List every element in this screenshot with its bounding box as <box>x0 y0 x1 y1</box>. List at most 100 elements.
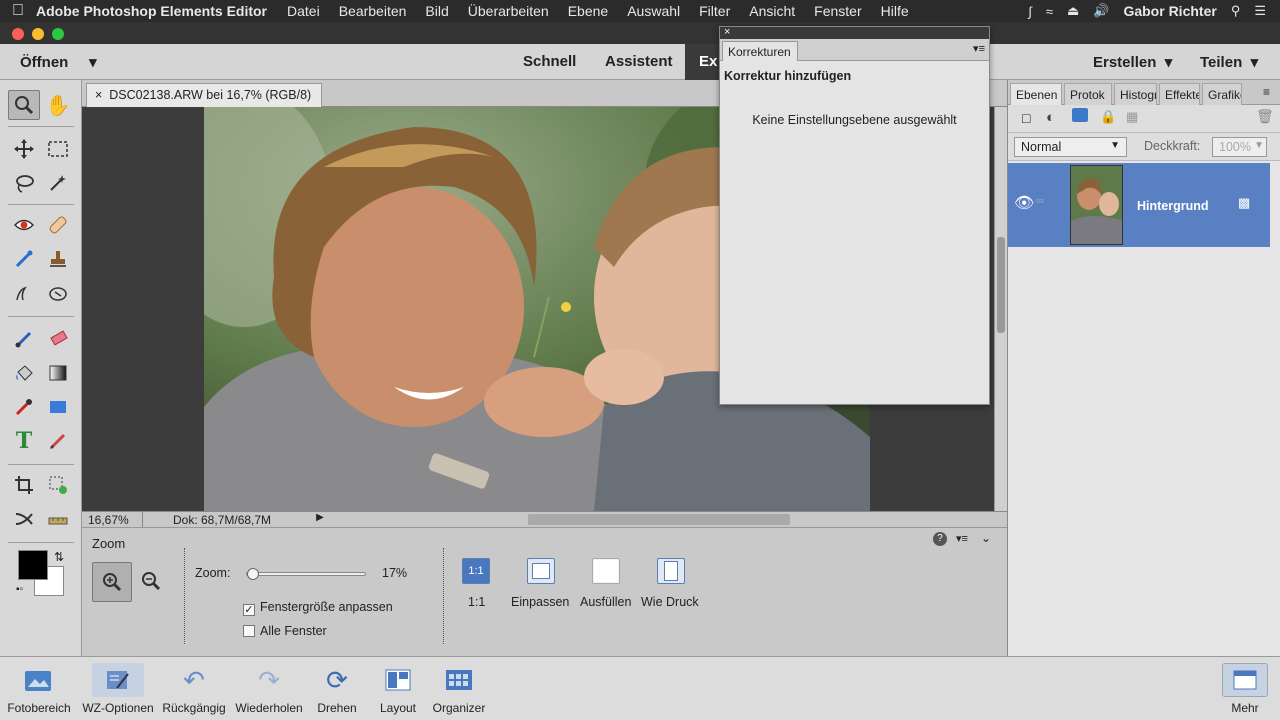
visibility-eye-icon[interactable]: 👁 <box>1014 193 1034 213</box>
fit-window-checkbox[interactable]: ✓ Fenstergröße anpassen <box>243 600 393 616</box>
rectangular-marquee-icon[interactable] <box>42 134 74 164</box>
undo-button[interactable]: ↶ Rückgängig <box>158 663 230 716</box>
opacity-field[interactable]: 100% ▼ <box>1212 137 1267 157</box>
default-colors-icon[interactable]: ▪▫ <box>16 584 23 595</box>
menu-auswahl[interactable]: Auswahl <box>627 3 680 19</box>
status-menu-arrow-icon[interactable]: ▶ <box>314 512 326 527</box>
blend-mode-select[interactable]: Normal ▼ <box>1014 137 1127 157</box>
menu-hilfe[interactable]: Hilfe <box>881 3 909 19</box>
tab-korrekturen[interactable]: Korrekturen <box>722 41 798 61</box>
apple-menu-icon[interactable]:  <box>0 2 36 20</box>
help-icon[interactable]: ? <box>933 532 947 546</box>
options-menu-icon[interactable]: ▾≡ <box>956 532 968 545</box>
notification-center-icon[interactable]: ☰ <box>1254 3 1266 19</box>
tab-effekte[interactable]: Effekte <box>1159 83 1200 105</box>
foreground-color-swatch[interactable] <box>18 550 48 580</box>
healing-brush-icon[interactable] <box>42 210 74 240</box>
link-icon[interactable]: ∞ <box>1036 195 1044 207</box>
minimize-window-icon[interactable] <box>32 28 44 40</box>
checkbox-checked-icon[interactable]: ✓ <box>243 604 255 616</box>
bluetooth-icon[interactable]: ∫ <box>1028 4 1032 19</box>
adjustment-layer-icon[interactable]: ◐ <box>1046 109 1055 126</box>
zoom-window-icon[interactable] <box>52 28 64 40</box>
shape-tool-icon[interactable] <box>42 392 74 422</box>
paint-bucket-icon[interactable] <box>8 358 40 388</box>
menu-datei[interactable]: Datei <box>287 3 320 19</box>
swap-colors-icon[interactable]: ⇅ <box>54 550 64 564</box>
open-button[interactable]: Öffnen ▾ <box>20 53 97 71</box>
layer-name[interactable]: Hintergrund <box>1137 199 1209 213</box>
cookie-cutter-icon[interactable] <box>42 470 74 500</box>
new-layer-icon[interactable]: □ <box>1022 110 1030 126</box>
quick-selection-icon[interactable] <box>42 168 74 198</box>
clone-stamp-icon[interactable] <box>42 244 74 274</box>
menu-filter[interactable]: Filter <box>699 3 730 19</box>
redo-button[interactable]: ↷ Wiederholen <box>232 663 306 716</box>
close-panel-icon[interactable]: × <box>724 26 730 38</box>
mode-schnell[interactable]: Schnell <box>523 53 576 70</box>
crop-tool-icon[interactable] <box>8 470 40 500</box>
smart-brush-icon[interactable] <box>8 244 40 274</box>
tab-grafiken[interactable]: Grafike <box>1202 83 1242 105</box>
close-tab-icon[interactable]: × <box>95 88 102 102</box>
collapse-chevron-icon[interactable]: ⌄ <box>981 531 991 545</box>
menu-bearbeiten[interactable]: Bearbeiten <box>339 3 407 19</box>
trash-icon[interactable]: 🗑 <box>1256 108 1274 125</box>
eyedropper-icon[interactable] <box>8 392 40 422</box>
zoom-slider-thumb[interactable] <box>247 568 259 580</box>
rotate-button[interactable]: ⟳ Drehen <box>314 663 360 716</box>
more-button[interactable]: Mehr <box>1222 663 1268 715</box>
content-aware-move-icon[interactable] <box>8 504 40 534</box>
zoom-in-button[interactable] <box>92 562 132 602</box>
menu-bild[interactable]: Bild <box>425 3 448 19</box>
wifi-icon[interactable]: ≈ <box>1046 4 1053 19</box>
tab-protokoll[interactable]: Protok <box>1064 83 1112 105</box>
spotlight-search-icon[interactable]: ⚲ <box>1231 3 1241 19</box>
vertical-scrollbar[interactable] <box>994 107 1007 511</box>
horizontal-scroll-thumb[interactable] <box>528 514 790 525</box>
lock-transparency-icon[interactable]: ▦ <box>1126 109 1138 125</box>
tool-options-button[interactable]: WZ-Optionen <box>78 663 158 715</box>
status-zoom[interactable]: 16,67% <box>88 513 129 527</box>
layer-row[interactable]: 👁 ∞ Hintergrund ▩ <box>1008 163 1270 247</box>
create-button[interactable]: Erstellen ▾ <box>1093 53 1172 71</box>
gradient-tool-icon[interactable] <box>42 358 74 388</box>
pencil-tool-icon[interactable] <box>42 426 74 456</box>
volume-icon[interactable]: 🔊 <box>1093 3 1109 19</box>
app-menu[interactable]: Adobe Photoshop Elements Editor <box>36 3 267 19</box>
fill-screen-button[interactable] <box>592 558 620 584</box>
layout-button[interactable]: Layout <box>376 663 420 715</box>
move-tool-icon[interactable] <box>8 134 40 164</box>
panel-menu-icon[interactable]: ▾≡ <box>973 42 985 55</box>
organizer-button[interactable]: Organizer <box>428 663 490 715</box>
document-tab[interactable]: × DSC02138.ARW bei 16,7% (RGB/8) <box>86 83 323 107</box>
hand-tool-icon[interactable]: ✋ <box>42 90 74 120</box>
zoom-out-button[interactable] <box>140 570 162 595</box>
recompose-icon[interactable] <box>42 278 74 308</box>
zoom-tool-icon[interactable] <box>8 90 40 120</box>
red-eye-icon[interactable] <box>8 210 40 240</box>
menu-ansicht[interactable]: Ansicht <box>749 3 795 19</box>
close-window-icon[interactable] <box>12 28 24 40</box>
tab-ebenen[interactable]: Ebenen <box>1010 83 1062 105</box>
print-size-button[interactable] <box>657 558 685 584</box>
checkbox-unchecked-icon[interactable] <box>243 625 255 637</box>
mode-assistent[interactable]: Assistent <box>605 53 673 70</box>
fit-screen-button[interactable] <box>527 558 555 584</box>
view-1to1-button[interactable]: 1:1 <box>462 558 490 584</box>
brush-tool-icon[interactable] <box>8 324 40 354</box>
straighten-tool-icon[interactable] <box>42 504 74 534</box>
photo-bin-button[interactable]: Fotobereich <box>4 663 74 715</box>
menu-ueberarbeiten[interactable]: Überarbeiten <box>468 3 549 19</box>
lock-icon[interactable]: 🔒 <box>1100 109 1116 125</box>
zoom-slider-track[interactable] <box>246 568 366 580</box>
vertical-scroll-thumb[interactable] <box>997 237 1005 333</box>
layer-mask-icon[interactable] <box>1072 108 1088 122</box>
panel-menu-icon[interactable]: ≡ <box>1263 85 1270 99</box>
eraser-tool-icon[interactable] <box>42 324 74 354</box>
share-button[interactable]: Teilen ▾ <box>1200 53 1258 71</box>
menu-ebene[interactable]: Ebene <box>568 3 608 19</box>
menu-fenster[interactable]: Fenster <box>814 3 861 19</box>
eject-icon[interactable]: ⏏ <box>1067 3 1079 19</box>
user-name[interactable]: Gabor Richter <box>1123 3 1216 19</box>
